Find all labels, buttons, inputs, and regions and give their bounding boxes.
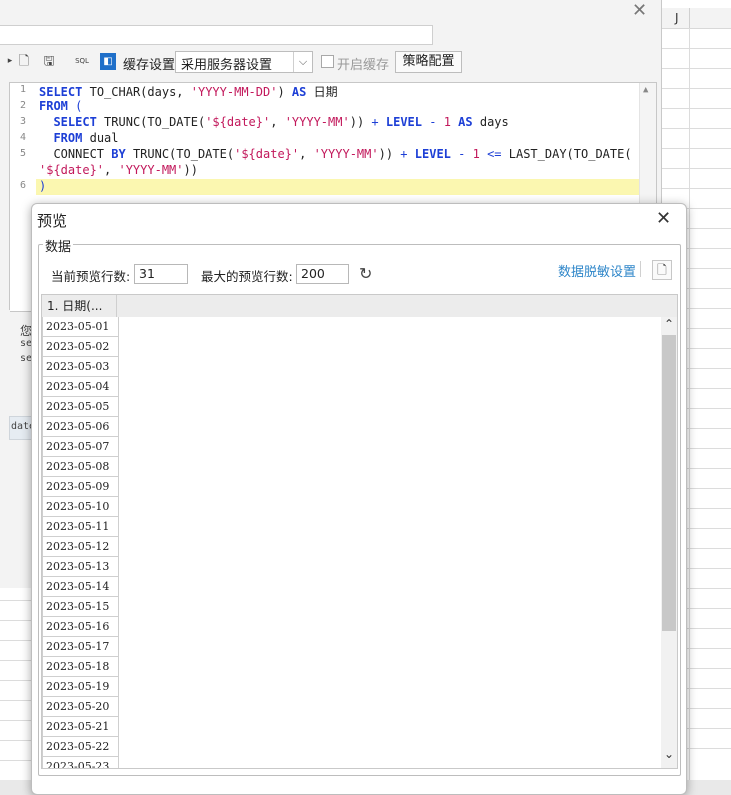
table-row[interactable]: 2023-05-20 [42,697,119,717]
close-icon[interactable]: ✕ [656,208,671,229]
table-row[interactable]: 2023-05-16 [42,617,119,637]
table-row[interactable]: 2023-05-23 [42,757,119,768]
column-header-date[interactable]: 1. 日期(... [42,295,117,317]
line-number: 3 [20,116,27,127]
code-line: '${date}', 'YYYY-MM')) [39,163,198,177]
table-row[interactable]: 2023-05-18 [42,657,119,677]
preview-table: 1. 日期(... 2023-05-01 2023-05-02 2023-05-… [41,294,678,769]
export-doc-icon[interactable]: 🗋 [652,260,672,280]
table-row[interactable]: 2023-05-12 [42,537,119,557]
table-row[interactable]: 2023-05-02 [42,337,119,357]
table-row[interactable]: 2023-05-14 [42,577,119,597]
strategy-config-button[interactable]: 策略配置 [395,51,462,73]
table-row[interactable]: 2023-05-08 [42,457,119,477]
line-number: 5 [20,148,27,159]
table-row[interactable]: 2023-05-07 [42,437,119,457]
line-number: 2 [20,100,27,111]
preview-doc-icon[interactable]: 🗋 [16,53,32,70]
table-row[interactable]: 2023-05-09 [42,477,119,497]
table-row[interactable]: 2023-05-22 [42,737,119,757]
cache-icon[interactable]: ◧ [100,53,116,70]
current-rows-label: 当前预览行数: [51,269,131,284]
table-row[interactable]: 2023-05-10 [42,497,119,517]
enable-cache-checkbox[interactable] [321,55,334,68]
save-icon[interactable]: 🖫 [41,53,57,70]
table-header: 1. 日期(... [42,295,677,317]
column-label: J [675,11,679,25]
max-rows-label: 最大的预览行数: [201,269,293,284]
max-rows-input[interactable]: 200 [296,264,349,284]
code-line: CONNECT BY TRUNC(TO_DATE('${date}', 'YYY… [53,147,632,161]
code-line: SELECT TRUNC(TO_DATE('${date}', 'YYYY-MM… [53,115,509,129]
column-header-j[interactable]: J [661,8,731,29]
line-number: 1 [20,84,27,95]
scrollbar-thumb[interactable] [662,335,676,631]
scroll-up-icon[interactable]: ⌃ [664,317,674,331]
line-number: 4 [20,132,27,143]
scroll-up-icon[interactable]: ▲ [643,85,648,95]
table-row[interactable]: 2023-05-01 [42,317,119,337]
code-line: SELECT TO_CHAR(days, 'YYYY-MM-DD') AS 日期 [39,85,338,99]
table-row[interactable]: 2023-05-06 [42,417,119,437]
preview-dialog: 预览 ✕ 数据 当前预览行数: 31 最大的预览行数: 200 ↻ 数据脱敏设置… [31,203,687,795]
sql-icon[interactable]: SQL [74,53,90,70]
chevron-down-icon[interactable]: ⌵ [293,52,312,72]
dataset-name-input[interactable] [0,25,433,45]
cache-settings-label: 缓存设置 [123,58,176,73]
code-line: FROM dual [53,131,119,145]
data-masking-settings-link[interactable]: 数据脱敏设置 [558,261,636,280]
current-rows-input[interactable]: 31 [134,264,188,284]
table-row[interactable]: 2023-05-05 [42,397,119,417]
code-line: ) [39,179,47,193]
close-icon[interactable]: ✕ [632,0,647,21]
table-row[interactable]: 2023-05-21 [42,717,119,737]
table-scrollbar[interactable]: ⌃ ⌄ [661,317,677,768]
table-row[interactable]: 2023-05-03 [42,357,119,377]
editor-toolbar: ▸ 🗋 🖫 SQL ◧ 缓存设置 采用服务器设置 ⌵ 开启缓存 策略配置 [0,50,661,74]
enable-cache-label: 开启缓存 [337,58,390,73]
table-row[interactable]: 2023-05-15 [42,597,119,617]
table-row[interactable]: 2023-05-11 [42,517,119,537]
cache-mode-select[interactable]: 采用服务器设置 ⌵ [175,51,313,73]
dialog-title: 预览 [37,212,68,230]
table-row[interactable]: 2023-05-04 [42,377,119,397]
code-line: FROM ( [39,99,83,113]
refresh-icon[interactable]: ↻ [359,264,372,283]
group-title: 数据 [43,236,74,255]
scroll-down-icon[interactable]: ⌄ [664,747,674,761]
line-number: 6 [20,180,27,191]
cache-mode-value: 采用服务器设置 [181,58,273,73]
current-line-highlight [36,179,639,195]
table-row[interactable]: 2023-05-19 [42,677,119,697]
table-row[interactable]: 2023-05-13 [42,557,119,577]
table-row[interactable]: 2023-05-17 [42,637,119,657]
